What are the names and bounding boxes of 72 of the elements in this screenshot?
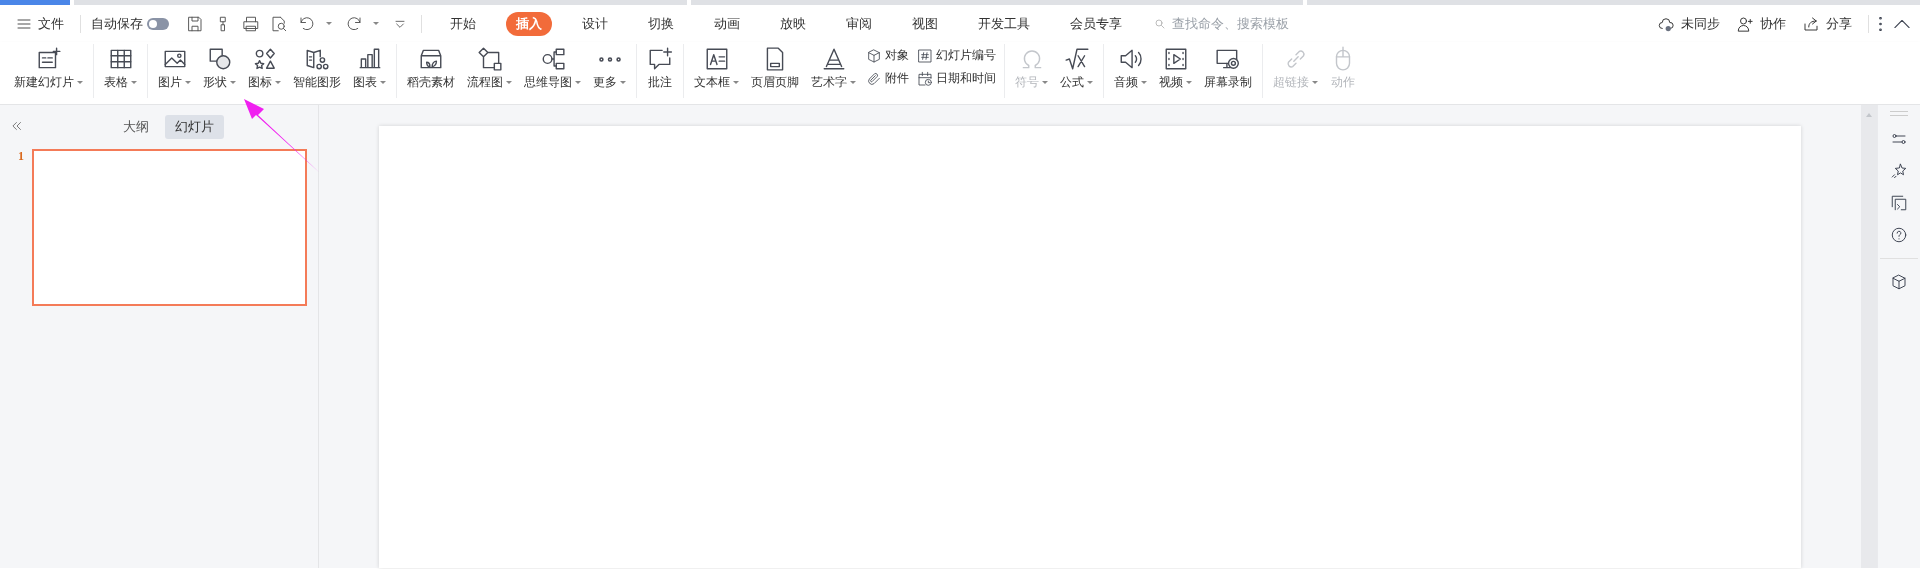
more-options-icon: [1879, 16, 1882, 31]
ribbon-tab[interactable]: 开发工具: [968, 11, 1040, 36]
ribbon-button[interactable]: 图表: [347, 44, 392, 93]
sync-button[interactable]: 未同步: [1651, 10, 1726, 37]
ribbon-button[interactable]: 公式: [1054, 44, 1099, 93]
ribbon-tab[interactable]: 动画: [704, 11, 750, 36]
print-icon: [242, 14, 260, 33]
undo-icon: [298, 14, 316, 33]
autosave-label: 自动保存: [91, 14, 143, 33]
slide-number-icon: [917, 47, 933, 64]
paperclip-icon: [866, 70, 882, 87]
ribbon-tab[interactable]: 视图: [902, 11, 948, 36]
scrollbar[interactable]: [1861, 105, 1877, 568]
ribbon-button[interactable]: 稻壳素材: [401, 44, 461, 93]
ribbon-tab[interactable]: 审阅: [836, 11, 882, 36]
ribbon-button[interactable]: 音频: [1108, 44, 1153, 93]
comment-icon: [647, 46, 673, 72]
ribbon-button[interactable]: 思维导图: [518, 44, 587, 93]
screen-icon: [1890, 194, 1908, 212]
formula-icon: [1063, 46, 1090, 72]
calendar-clock-icon: [917, 70, 933, 87]
star-icon: [1890, 162, 1908, 180]
ribbon-button[interactable]: 智能图形: [287, 44, 347, 93]
share-icon: [1802, 14, 1820, 33]
ribbon-tab[interactable]: 开始: [440, 11, 486, 36]
add-user-icon: [1736, 14, 1754, 33]
more-icon: [598, 56, 621, 62]
search-field[interactable]: 查找命令、搜索模板: [1154, 15, 1314, 32]
panel-tab[interactable]: 幻灯片: [164, 115, 224, 139]
file-menu[interactable]: 文件: [10, 10, 70, 37]
ribbon-button[interactable]: 附件: [864, 69, 911, 88]
slide-thumbnail[interactable]: [32, 149, 307, 306]
redo-icon: [345, 14, 363, 33]
ribbon-button[interactable]: 视频: [1153, 44, 1198, 93]
ribbon-button[interactable]: 日期和时间: [915, 69, 998, 88]
package-button[interactable]: [1890, 273, 1908, 291]
save-icon: [186, 14, 204, 33]
animation-button[interactable]: [1890, 162, 1908, 180]
ribbon-button[interactable]: 更多: [587, 44, 632, 93]
help-button[interactable]: [1890, 226, 1908, 244]
ribbon-button[interactable]: 批注: [641, 44, 679, 93]
ribbon-button[interactable]: 文本框: [688, 44, 745, 93]
flowchart-icon: [476, 46, 503, 72]
ribbon-tab[interactable]: 切换: [638, 11, 684, 36]
help-icon: [1890, 226, 1908, 244]
ribbon-button[interactable]: 艺术字: [805, 44, 862, 93]
ribbon-button[interactable]: 形状: [197, 44, 242, 93]
print-preview-icon: [270, 14, 288, 33]
ribbon-button[interactable]: 流程图: [461, 44, 518, 93]
panel-tab[interactable]: 大纲: [112, 115, 159, 139]
more-options-button[interactable]: [1879, 16, 1882, 31]
ribbon-button[interactable]: 幻灯片编号: [915, 46, 998, 65]
chevron-up-icon: [1894, 19, 1910, 28]
ribbon-button[interactable]: 表格: [98, 44, 143, 93]
ribbon-button[interactable]: 页眉页脚: [745, 44, 805, 93]
ribbon-tab[interactable]: 设计: [572, 11, 618, 36]
ribbon-button[interactable]: 对象: [864, 46, 911, 65]
slideshow-button[interactable]: [1890, 194, 1908, 212]
collaborate-button[interactable]: 协作: [1730, 10, 1792, 37]
ribbon-button[interactable]: 屏幕录制: [1198, 44, 1258, 93]
autosave-toggle[interactable]: [147, 17, 169, 30]
ribbon-tab[interactable]: 放映: [770, 11, 816, 36]
slide-number: 1: [18, 149, 24, 165]
ribbon-button[interactable]: 新建幻灯片: [8, 44, 89, 93]
box-icon: [1890, 273, 1908, 291]
share-button[interactable]: 分享: [1796, 10, 1858, 37]
cube-icon: [866, 47, 882, 64]
collapse-ribbon-button[interactable]: [1894, 19, 1910, 28]
grip-handle[interactable]: [1890, 111, 1908, 116]
ribbon-button[interactable]: 图片: [152, 44, 197, 93]
ribbon-button[interactable]: 图标: [242, 44, 287, 93]
ribbon-tab[interactable]: 会员专享: [1060, 11, 1132, 36]
